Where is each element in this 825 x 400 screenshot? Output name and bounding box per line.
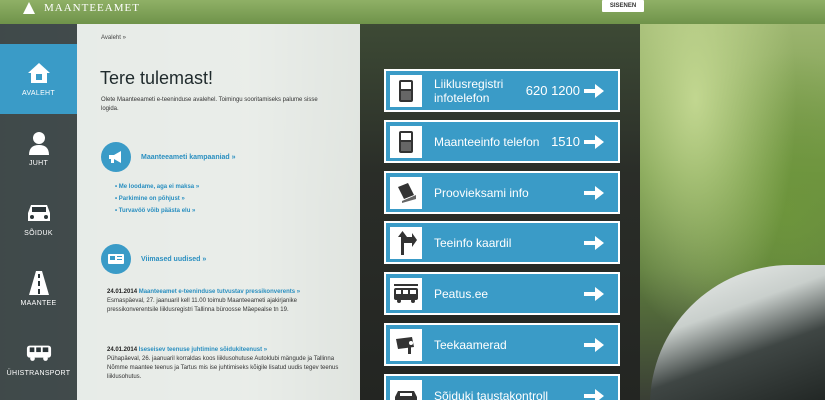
- phone-icon: [390, 125, 422, 158]
- news-item: 24.01.2014 Iseseisev teenuse juhtimine s…: [107, 346, 339, 382]
- news-body: Pühapäeval, 26. jaanuaril korraldas koos…: [107, 356, 339, 380]
- info-button-taustakontroll[interactable]: Sõiduki taustakontroll: [384, 374, 620, 400]
- sidebar-item-soiduk[interactable]: SÕIDUK: [0, 184, 77, 254]
- sidebar: AVALEHT JUHT SÕIDUK MAANTEE ÜHISTRANSPOR…: [0, 24, 77, 400]
- info-button-label: Peatus.ee: [434, 286, 489, 301]
- info-button-label: Maanteeinfo telefon: [434, 134, 540, 149]
- info-button-number: 620 1200: [525, 83, 580, 98]
- arrow-right-icon: [584, 286, 606, 301]
- camera-icon: [390, 328, 422, 361]
- phone-icon: [390, 74, 422, 107]
- news-date: 24.01.2014: [107, 347, 138, 353]
- sidebar-item-uhistransport[interactable]: ÜHISTRANSPORT: [0, 324, 77, 394]
- newspaper-icon: [101, 244, 131, 274]
- arrow-right-icon: [584, 83, 606, 98]
- news-date: 24.01.2014: [107, 289, 138, 295]
- logo-text: MAANTEEAMET: [44, 2, 140, 14]
- campaigns-list: Me loodame, aga ei maksa » Parkimine on …: [115, 184, 199, 220]
- info-button-teeinfo[interactable]: Teeinfo kaardil: [384, 221, 620, 264]
- news-body: Esmaspäeval, 27. jaanuaril kell 11.00 to…: [107, 298, 297, 313]
- info-button-peatus[interactable]: Peatus.ee: [384, 272, 620, 315]
- info-button-label: Sõiduki taustakontroll: [434, 388, 549, 400]
- sidebar-item-label: AVALEHT: [22, 89, 55, 97]
- campaign-link[interactable]: Me loodame, aga ei maksa »: [115, 184, 199, 190]
- sidebar-item-maantee[interactable]: MAANTEE: [0, 254, 77, 324]
- person-icon: [26, 131, 52, 155]
- home-icon: [26, 62, 52, 84]
- info-button-liiklusregister[interactable]: Liiklusregistri infotelefon 620 1200: [384, 69, 620, 112]
- campaigns-section: Maanteeameti kampaaniad »: [101, 142, 236, 172]
- bus-icon: [390, 277, 422, 310]
- campaign-link[interactable]: Parkimine on põhjust »: [115, 196, 199, 202]
- sidebar-item-label: MAANTEE: [20, 299, 57, 307]
- page-title: Tere tulemast!: [100, 68, 214, 88]
- sidebar-item-label: JUHT: [28, 159, 49, 167]
- campaign-link[interactable]: Turvavöö võib päästa elu »: [115, 208, 199, 214]
- info-button-proovieksam[interactable]: Proovieksami info: [384, 171, 620, 214]
- bus-icon: [26, 342, 52, 364]
- top-bar: MAANTEEAMET SISENEN: [0, 0, 825, 24]
- login-button[interactable]: SISENEN: [602, 0, 644, 12]
- exam-icon: [390, 176, 422, 209]
- arrow-right-icon: [584, 337, 606, 352]
- sidebar-item-avaleht[interactable]: AVALEHT: [0, 44, 77, 114]
- logo[interactable]: MAANTEEAMET: [20, 0, 140, 16]
- car-check-icon: [390, 379, 422, 400]
- news-title[interactable]: Iseseisev teenuse juhtimine sõidukiteenu…: [139, 347, 267, 353]
- intro-text: Olete Maanteeameti e-teeninduse avalehel…: [101, 97, 318, 112]
- arrow-right-icon: [584, 134, 606, 149]
- arrow-right-icon: [584, 185, 606, 200]
- megaphone-icon: [101, 142, 131, 172]
- breadcrumb[interactable]: Avaleht »: [101, 35, 126, 41]
- sidebar-item-juht[interactable]: JUHT: [0, 114, 77, 184]
- info-button-label: Proovieksami info: [434, 185, 529, 200]
- road-icon: [26, 270, 52, 295]
- info-button-teekaamerad[interactable]: Teekaamerad: [384, 323, 620, 366]
- logo-icon: [20, 2, 38, 14]
- campaigns-link[interactable]: Maanteeameti kampaaniad »: [141, 154, 236, 161]
- news-link[interactable]: Viimased uudised »: [141, 256, 206, 263]
- news-item: 24.01.2014 Maanteeamet e-teeninduse tutv…: [107, 288, 339, 315]
- arrow-right-icon: [584, 388, 606, 400]
- info-button-maanteeinfo[interactable]: Maanteeinfo telefon 1510: [384, 120, 620, 163]
- sidebar-item-label: ÜHISTRANSPORT: [6, 369, 71, 377]
- car-icon: [26, 202, 52, 224]
- info-button-label: Liiklusregistri infotelefon: [434, 76, 504, 105]
- sidebar-item-label: SÕIDUK: [24, 229, 53, 237]
- news-title[interactable]: Maanteeamet e-teeninduse tutvustav press…: [139, 289, 300, 295]
- arrow-right-icon: [584, 235, 606, 250]
- info-button-label: Teeinfo kaardil: [434, 235, 512, 250]
- info-button-label: Teekaamerad: [434, 337, 507, 352]
- info-button-number: 1510: [551, 134, 580, 149]
- road-sign-icon: [390, 226, 422, 259]
- content-panel: Avaleht » Tere tulemast! Olete Maanteeam…: [77, 24, 360, 400]
- news-section: Viimased uudised »: [101, 244, 206, 274]
